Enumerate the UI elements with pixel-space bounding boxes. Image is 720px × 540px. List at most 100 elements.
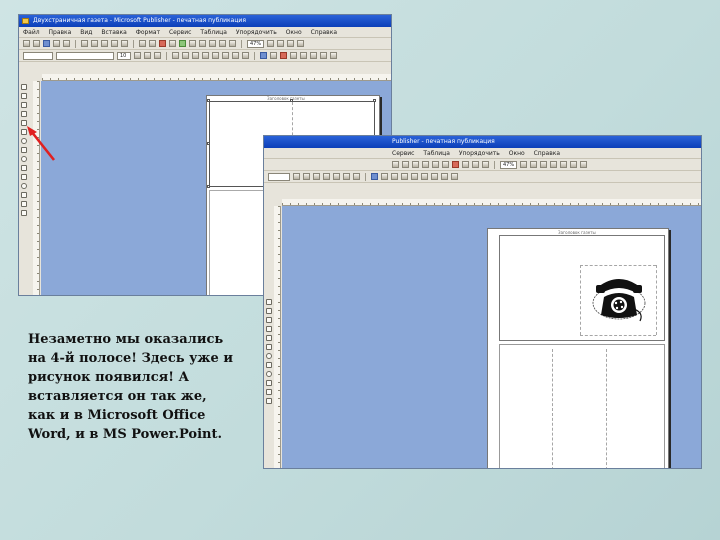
style-select[interactable] (23, 51, 53, 60)
paste-icon[interactable] (111, 40, 118, 47)
menu-table[interactable]: Таблица (200, 29, 227, 36)
show-special-chars-icon[interactable] (540, 161, 548, 168)
wordart-tool-icon[interactable] (21, 111, 27, 117)
lower-article-block[interactable] (499, 344, 665, 468)
shadow-style-icon[interactable] (320, 52, 327, 59)
design-gallery-icon[interactable] (266, 398, 272, 404)
bold-icon[interactable] (134, 52, 141, 59)
numbering-icon[interactable] (212, 52, 219, 59)
menu-tools[interactable]: Сервис (169, 29, 191, 36)
publication-workspace[interactable]: Заголовок газеты (282, 206, 701, 468)
rectangle-tool-icon[interactable] (266, 380, 272, 386)
resize-handle[interactable] (290, 99, 293, 102)
send-back-icon[interactable] (169, 40, 176, 47)
vertical-ruler[interactable] (33, 81, 40, 295)
menu-view[interactable]: Вид (80, 29, 92, 36)
html-fragment-icon[interactable] (21, 201, 27, 207)
bold-icon[interactable] (303, 173, 310, 180)
redo-icon[interactable] (442, 161, 449, 168)
columns-icon[interactable] (189, 40, 196, 47)
send-back-icon[interactable] (462, 161, 469, 168)
insert-hyperlink-icon[interactable] (179, 40, 186, 47)
dash-style-icon[interactable] (401, 173, 408, 180)
bullets-icon[interactable] (222, 52, 229, 59)
fill-color-icon[interactable] (371, 173, 378, 180)
italic-icon[interactable] (313, 173, 320, 180)
zoom-select[interactable]: 47% (500, 160, 518, 169)
italic-icon[interactable] (144, 52, 151, 59)
align-center-icon[interactable] (182, 52, 189, 59)
telephone-clipart-icon[interactable] (590, 273, 648, 327)
copy-icon[interactable] (412, 161, 419, 168)
menu-window[interactable]: Окно (286, 29, 302, 36)
bring-front-icon[interactable] (452, 161, 459, 168)
font-color-icon[interactable] (280, 52, 287, 59)
line-tool-icon[interactable] (266, 353, 272, 359)
increase-indent-icon[interactable] (242, 52, 249, 59)
style-select[interactable] (268, 172, 290, 181)
format-painter-icon[interactable] (121, 40, 128, 47)
decrease-indent-icon[interactable] (232, 52, 239, 59)
vertical-ruler[interactable] (274, 206, 281, 468)
resize-handle[interactable] (207, 99, 210, 102)
arrow-style-icon[interactable] (310, 52, 317, 59)
help-icon[interactable] (297, 40, 305, 47)
align-left-icon[interactable] (333, 173, 340, 180)
fill-color-icon[interactable] (260, 52, 267, 59)
print-preview-icon[interactable] (63, 40, 70, 47)
wordart-tool-icon[interactable] (266, 326, 272, 332)
oval-tool-icon[interactable] (266, 371, 272, 377)
text-frame-icon[interactable] (229, 40, 236, 47)
horizontal-ruler[interactable] (42, 74, 391, 81)
line-style-icon[interactable] (391, 173, 398, 180)
zoom-in-icon[interactable] (530, 161, 538, 168)
zoom-out-icon[interactable] (520, 161, 528, 168)
align-center-icon[interactable] (343, 173, 350, 180)
menu-help[interactable]: Справка (534, 150, 560, 157)
menu-edit[interactable]: Правка (49, 29, 72, 36)
menu-arrange[interactable]: Упорядочить (236, 29, 277, 36)
text-box-icon[interactable] (266, 308, 272, 314)
font-select[interactable] (56, 51, 114, 60)
insert-table-icon[interactable] (266, 317, 272, 323)
text-box-icon[interactable] (21, 93, 27, 99)
resize-handle[interactable] (207, 142, 210, 145)
font-size-select[interactable]: 10 (117, 51, 131, 60)
dash-style-icon[interactable] (300, 52, 307, 59)
underline-icon[interactable] (323, 173, 330, 180)
underline-icon[interactable] (154, 52, 161, 59)
autoshapes-icon[interactable] (266, 389, 272, 395)
spelling-icon[interactable] (392, 161, 399, 168)
cut-icon[interactable] (91, 40, 98, 47)
arrow-tool-icon[interactable] (266, 362, 272, 368)
menu-insert[interactable]: Вставка (101, 29, 126, 36)
newspaper-page-4[interactable]: Заголовок газеты (487, 228, 669, 468)
form-control-icon[interactable] (21, 192, 27, 198)
autoshapes-icon[interactable] (21, 174, 27, 180)
shadow-style-icon[interactable] (421, 173, 428, 180)
3d-style-icon[interactable] (330, 52, 337, 59)
clip-art-icon[interactable] (266, 344, 272, 350)
table-icon[interactable] (472, 161, 479, 168)
picture-frame-icon[interactable] (266, 335, 272, 341)
zoom-in-icon[interactable] (277, 40, 285, 47)
print-icon[interactable] (53, 40, 60, 47)
picture-format-icon[interactable] (451, 173, 458, 180)
menu-file[interactable]: Файл (23, 29, 40, 36)
line-color-icon[interactable] (381, 173, 388, 180)
crop-icon[interactable] (570, 161, 578, 168)
resize-handle[interactable] (207, 185, 210, 188)
hot-spot-icon[interactable] (21, 183, 27, 189)
undo-icon[interactable] (432, 161, 439, 168)
show-special-chars-icon[interactable] (287, 40, 295, 47)
picture-icon[interactable] (482, 161, 489, 168)
menu-format[interactable]: Формат (136, 29, 160, 36)
undo-icon[interactable] (139, 40, 146, 47)
arrow-style-icon[interactable] (411, 173, 418, 180)
copy-icon[interactable] (101, 40, 108, 47)
open-icon[interactable] (33, 40, 40, 47)
menu-table[interactable]: Таблица (423, 150, 450, 157)
align-right-icon[interactable] (192, 52, 199, 59)
3d-style-icon[interactable] (431, 173, 438, 180)
line-color-icon[interactable] (270, 52, 277, 59)
